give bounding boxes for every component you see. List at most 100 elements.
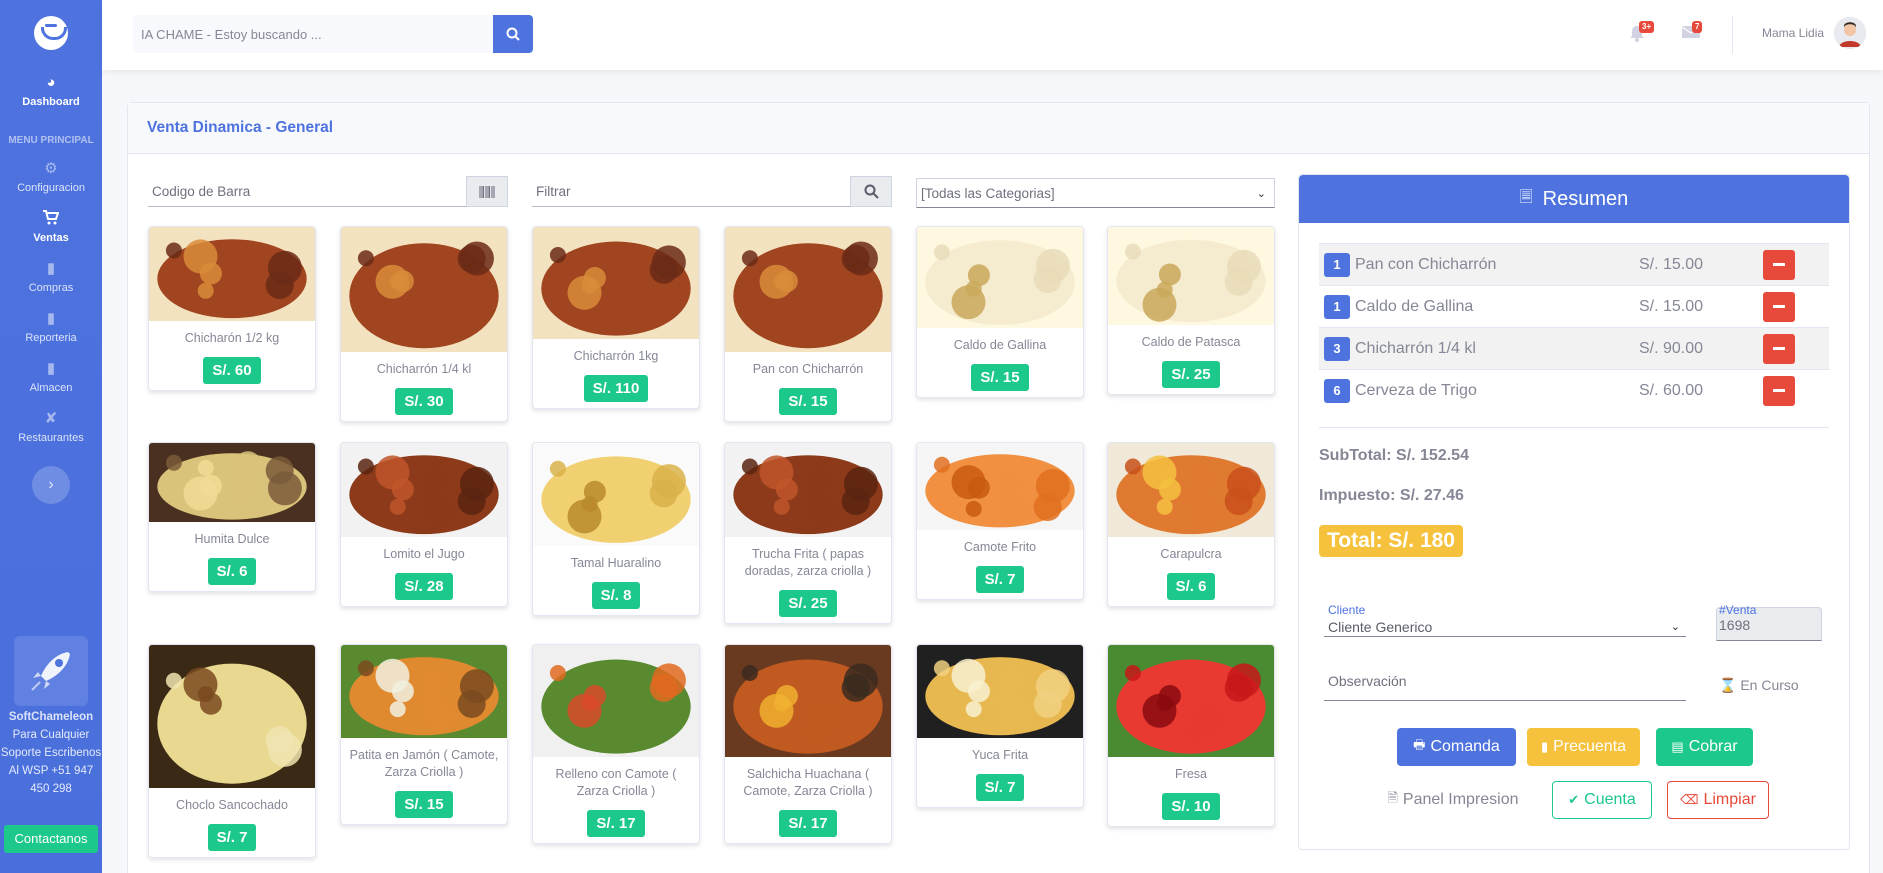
contact-button[interactable]: Contactanos	[4, 825, 98, 853]
observacion-input[interactable]: Observación	[1324, 669, 1686, 701]
product-image	[1108, 645, 1274, 757]
product-card[interactable]: Humita Dulce S/. 6	[148, 442, 316, 592]
sidebar-item-label: Dashboard	[22, 96, 80, 108]
qty-badge[interactable]: 1	[1324, 252, 1350, 277]
order-row: 1 Pan con Chicharrón S/. 15.00	[1319, 243, 1829, 285]
product-card[interactable]: Caldo de Patasca S/. 25	[1107, 226, 1275, 395]
sidebar-toggle-button[interactable]: ›	[32, 466, 70, 504]
user-name[interactable]: Mama Lidia	[1762, 26, 1824, 40]
product-card[interactable]: Yuca Frita S/. 7	[916, 644, 1084, 808]
cliente-select[interactable]: Cliente Generico ⌄	[1324, 617, 1686, 637]
product-price-badge[interactable]: S/. 6	[207, 558, 257, 585]
order-item-name: Pan con Chicharrón	[1355, 255, 1497, 273]
sidebar-item-label: Compras	[28, 282, 74, 294]
cobrar-button[interactable]: ▤ Cobrar	[1656, 728, 1753, 766]
barcode-icon	[479, 185, 495, 198]
product-card[interactable]: Camote Frito S/. 7	[916, 442, 1084, 600]
search-button[interactable]	[493, 15, 533, 53]
sidebar-item-dashboard[interactable]: ◕ Dashboard	[0, 66, 102, 116]
search-input[interactable]	[133, 15, 493, 53]
sidebar-item-restaurantes[interactable]: ✘ Restaurantes	[0, 402, 102, 452]
order-row: 6 Cerveza de Trigo S/. 60.00	[1319, 369, 1829, 411]
product-card[interactable]: Chicharrón 1kg S/. 110	[532, 226, 700, 409]
barcode-field: Codigo de Barra	[148, 176, 508, 207]
promo-text: Para Cualquier Soporte Escribenos Al WSP…	[0, 729, 102, 795]
cuenta-button[interactable]: ✔ Cuenta	[1552, 781, 1652, 819]
barcode-input[interactable]: Codigo de Barra	[148, 184, 466, 199]
product-card[interactable]: Chicharrón 1/4 kl S/. 30	[340, 226, 508, 422]
limpiar-button[interactable]: ⌫ Limpiar	[1667, 781, 1769, 819]
product-card[interactable]: Chicharón 1/2 kg S/. 60	[148, 226, 316, 391]
product-card[interactable]: Fresa S/. 10	[1107, 644, 1275, 827]
product-price-badge[interactable]: S/. 15	[971, 364, 1029, 391]
brand-logo-icon[interactable]	[34, 16, 68, 50]
product-price-badge[interactable]: S/. 110	[583, 375, 649, 402]
product-price-badge[interactable]: S/. 28	[395, 573, 453, 600]
product-name: Salchicha Huachana ( Camote, Zarza Criol…	[743, 767, 873, 798]
product-card[interactable]: Lomito el Jugo S/. 28	[340, 442, 508, 607]
product-card[interactable]: Pan con Chicharrón S/. 15	[724, 226, 892, 422]
remove-item-button[interactable]	[1763, 375, 1795, 406]
category-select[interactable]: [Todas las Categorias] ⌄	[916, 178, 1275, 208]
document-icon: 🗎	[1387, 790, 1398, 805]
product-card[interactable]: Salchicha Huachana ( Camote, Zarza Criol…	[724, 644, 892, 844]
product-price-badge[interactable]: S/. 25	[1162, 361, 1220, 388]
order-item-price: S/. 90.00	[1639, 339, 1704, 357]
product-price-badge[interactable]: S/. 17	[779, 810, 837, 837]
product-card[interactable]: Choclo Sancochado S/. 7	[148, 644, 316, 858]
product-price-badge[interactable]: S/. 7	[975, 774, 1025, 801]
product-price-badge[interactable]: S/. 17	[587, 810, 645, 837]
remove-item-button[interactable]	[1763, 249, 1795, 280]
product-name: Fresa	[1175, 767, 1207, 781]
filter-search-button[interactable]	[850, 176, 892, 207]
search-bar	[133, 15, 533, 53]
remove-item-button[interactable]	[1763, 333, 1795, 364]
brand[interactable]	[0, 0, 102, 66]
receipt-icon: ▮	[1540, 739, 1549, 754]
product-price-badge[interactable]: S/. 6	[1166, 573, 1216, 600]
qty-badge[interactable]: 6	[1324, 378, 1350, 403]
sidebar-item-almacen[interactable]: ▮ Almacen	[0, 352, 102, 402]
sidebar-item-ventas[interactable]: Ventas	[0, 202, 102, 252]
qty-badge[interactable]: 1	[1324, 294, 1350, 319]
sidebar-item-label: Reporteria	[25, 332, 77, 344]
product-card[interactable]: Patita en Jamón ( Camote, Zarza Criolla …	[340, 644, 508, 825]
product-price-badge[interactable]: S/. 15	[395, 791, 453, 818]
resumen-header: 🗏 Resumen	[1299, 175, 1849, 223]
product-name: Chicharrón 1/4 kl	[376, 362, 472, 376]
order-item-price: S/. 60.00	[1639, 381, 1704, 399]
product-price-badge[interactable]: S/. 25	[779, 590, 837, 617]
product-image	[725, 645, 891, 757]
product-card[interactable]: Tamal Huaralino S/. 8	[532, 442, 700, 616]
product-price-badge[interactable]: S/. 7	[207, 824, 257, 851]
product-price-badge[interactable]: S/. 10	[1162, 793, 1220, 820]
panel-impresion-button[interactable]: 🗎 Panel Impresion	[1387, 781, 1519, 819]
product-price-badge[interactable]: S/. 60	[203, 357, 261, 384]
cuenta-label: Cuenta	[1584, 791, 1636, 808]
product-card[interactable]: Carapulcra S/. 6	[1107, 442, 1275, 607]
precuenta-button[interactable]: ▮ Precuenta	[1527, 728, 1640, 766]
barcode-button[interactable]	[466, 176, 508, 207]
observacion-placeholder: Observación	[1328, 673, 1407, 689]
product-card[interactable]: Relleno con Camote ( Zarza Criolla ) S/. …	[532, 644, 700, 844]
search-icon	[864, 184, 879, 199]
product-price-badge[interactable]: S/. 30	[395, 388, 453, 415]
sidebar-item-configuracion[interactable]: ⚙ Configuracion	[0, 152, 102, 202]
remove-item-button[interactable]	[1763, 291, 1795, 322]
messages-button[interactable]: 7	[1681, 21, 1703, 43]
qty-badge[interactable]: 3	[1324, 336, 1350, 361]
filter-input[interactable]: Filtrar	[532, 184, 850, 199]
search-icon	[506, 27, 520, 41]
status-text: En Curso	[1740, 677, 1799, 693]
product-image	[1108, 443, 1274, 537]
product-price-badge[interactable]: S/. 8	[591, 582, 641, 609]
product-price-badge[interactable]: S/. 15	[779, 388, 837, 415]
comanda-button[interactable]: 🖶 Comanda	[1397, 728, 1516, 766]
product-card[interactable]: Trucha Frita ( papas doradas, zarza crio…	[724, 442, 892, 624]
sidebar-item-reporteria[interactable]: ▮ Reporteria	[0, 302, 102, 352]
avatar[interactable]	[1834, 17, 1866, 49]
product-price-badge[interactable]: S/. 7	[975, 566, 1025, 593]
product-card[interactable]: Caldo de Gallina S/. 15	[916, 226, 1084, 398]
alerts-button[interactable]: 3+	[1629, 21, 1655, 43]
sidebar-item-compras[interactable]: ▮ Compras	[0, 252, 102, 302]
